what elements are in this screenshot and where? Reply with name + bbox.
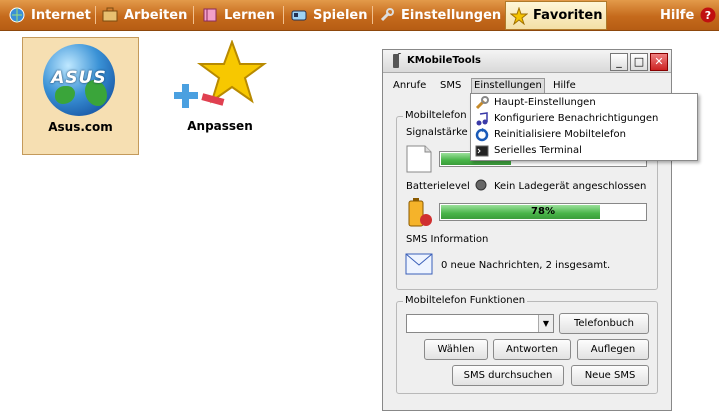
- window-title: KMobileTools: [407, 55, 481, 66]
- envelope-icon: [405, 253, 433, 278]
- chevron-down-icon[interactable]: ▼: [538, 315, 553, 332]
- battery-icon: [406, 198, 434, 231]
- maximize-button[interactable]: □: [630, 53, 648, 71]
- sms-status: 0 neue Nachrichten, 2 insgesamt.: [441, 260, 611, 271]
- book-icon: [201, 6, 219, 24]
- wrench-icon: [475, 95, 489, 110]
- phone-page-icon: [406, 145, 432, 176]
- charger-led-icon: [475, 179, 487, 194]
- tab-arbeiten[interactable]: Arbeiten: [101, 0, 187, 30]
- number-combobox[interactable]: ▼: [406, 314, 554, 333]
- tab-internet[interactable]: Internet: [8, 0, 91, 30]
- battery-percent: 78%: [531, 206, 555, 217]
- menu-item-benachrichtigungen[interactable]: Konfiguriere Benachrichtigungen: [475, 111, 658, 126]
- asus-label: Asus.com: [48, 120, 113, 134]
- close-button[interactable]: ✕: [650, 53, 668, 71]
- hangup-button[interactable]: Auflegen: [577, 339, 649, 360]
- menu-sms[interactable]: SMS: [438, 78, 463, 94]
- tab-spielen[interactable]: Spielen: [290, 0, 367, 30]
- menu-einstellungen[interactable]: Einstellungen: [471, 78, 545, 94]
- menu-item-haupt-einstellungen[interactable]: Haupt-Einstellungen: [475, 95, 596, 110]
- customize-label: Anpassen: [187, 119, 253, 133]
- window-titlebar[interactable]: KMobileTools _ □ ✕: [383, 50, 671, 73]
- battery-bar: 78%: [439, 203, 647, 221]
- menu-item-serielles-terminal[interactable]: Serielles Terminal: [475, 143, 582, 158]
- dial-button[interactable]: Wählen: [424, 339, 488, 360]
- charger-status: Kein Ladegerät angeschlossen: [494, 181, 647, 192]
- help-menu[interactable]: Hilfe ?: [660, 0, 717, 30]
- help-icon: ?: [699, 6, 717, 24]
- top-menu-bar: Internet Arbeiten Lernen Spielen Einstel…: [0, 0, 719, 31]
- sms-info-label: SMS Information: [406, 234, 489, 245]
- window-menubar: Anrufe SMS Einstellungen Hilfe: [383, 78, 671, 94]
- signal-label: Signalstärke: [406, 127, 468, 138]
- gamepad-icon: [290, 6, 308, 24]
- wrench-icon: [378, 6, 396, 24]
- svg-text:?: ?: [705, 9, 711, 22]
- phone-status-group-label: Mobiltelefon I: [403, 110, 475, 121]
- phonebook-button[interactable]: Telefonbuch: [559, 313, 649, 334]
- tab-lernen[interactable]: Lernen: [201, 0, 275, 30]
- tab-separator: [372, 6, 373, 24]
- tab-separator: [283, 6, 284, 24]
- music-note-icon: [475, 111, 489, 126]
- reload-icon: [475, 127, 489, 142]
- tab-favoriten[interactable]: Favoriten: [505, 1, 608, 30]
- battery-label: Batterielevel: [406, 181, 470, 192]
- tab-separator: [95, 6, 96, 24]
- star-icon: [509, 5, 529, 25]
- einstellungen-dropdown: Haupt-Einstellungen Konfiguriere Benachr…: [470, 93, 698, 161]
- tab-separator: [193, 6, 194, 24]
- app-icon: [389, 52, 403, 72]
- asus-globe-icon: ASUS: [43, 44, 115, 116]
- terminal-icon: [475, 144, 489, 158]
- globe-icon: [8, 6, 26, 24]
- tab-einstellungen[interactable]: Einstellungen: [378, 0, 501, 30]
- search-sms-button[interactable]: SMS durchsuchen: [452, 365, 564, 386]
- briefcase-icon: [101, 6, 119, 24]
- customize-star-icon: [170, 39, 270, 117]
- menu-hilfe[interactable]: Hilfe: [551, 78, 578, 94]
- asus-shortcut[interactable]: ASUS Asus.com: [22, 37, 139, 155]
- minimize-button[interactable]: _: [610, 53, 628, 71]
- customize-shortcut[interactable]: Anpassen: [170, 39, 270, 140]
- answer-button[interactable]: Antworten: [493, 339, 571, 360]
- menu-item-reinitialisiere[interactable]: Reinitialisiere Mobiltelefon: [475, 127, 626, 142]
- phone-functions-group: Mobiltelefon Funktionen ▼ Telefonbuch Wä…: [396, 295, 658, 394]
- phone-functions-group-label: Mobiltelefon Funktionen: [403, 295, 528, 306]
- new-sms-button[interactable]: Neue SMS: [571, 365, 649, 386]
- menu-anrufe[interactable]: Anrufe: [391, 78, 428, 94]
